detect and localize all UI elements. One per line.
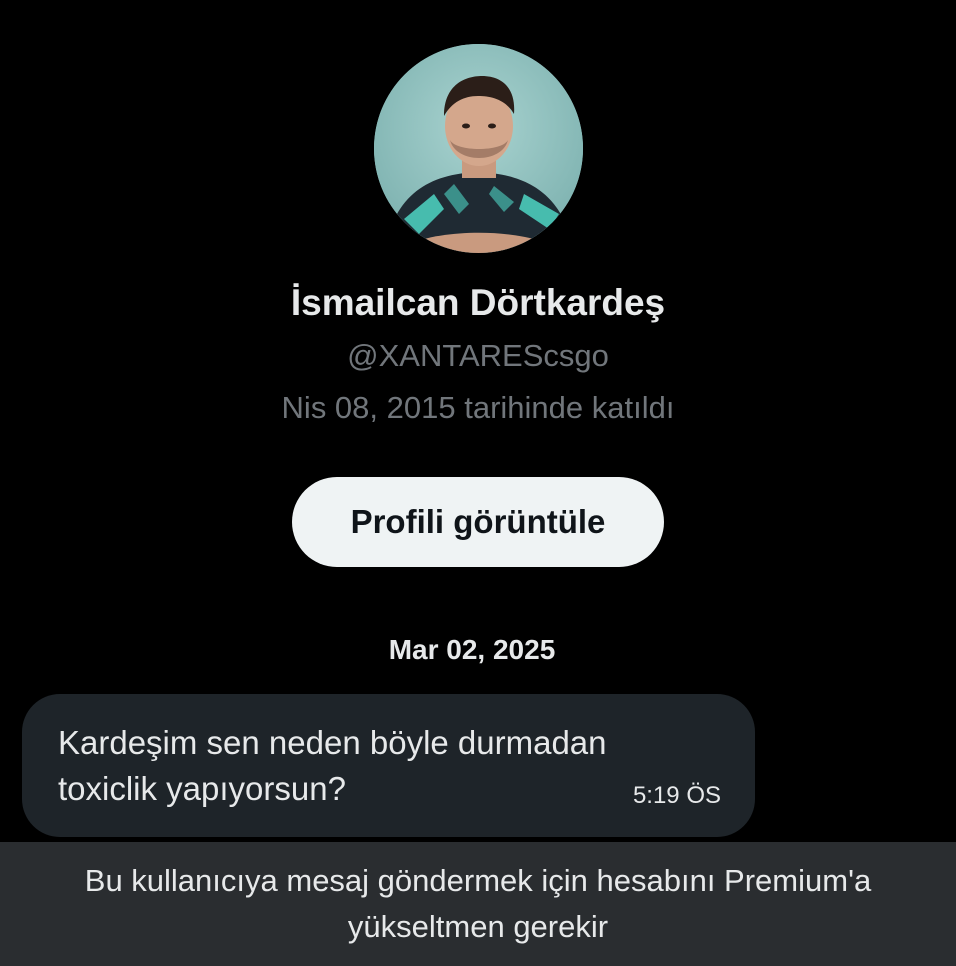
message-bubble[interactable]: Kardeşim sen neden böyle durmadan toxicl… [22, 694, 755, 837]
join-date: Nis 08, 2015 tarihinde katıldı [281, 390, 675, 425]
display-name: İsmailcan Dörtkardeş [290, 282, 666, 323]
user-handle: @XANTAREScsgo [347, 338, 609, 373]
premium-banner-text: Bu kullanıcıya mesaj göndermek için hesa… [84, 863, 872, 944]
message-timestamp: 5:19 ÖS [632, 782, 721, 809]
avatar-image [373, 44, 583, 253]
avatar[interactable] [373, 44, 583, 253]
premium-upgrade-banner[interactable]: Bu kullanıcıya mesaj göndermek için hesa… [0, 842, 956, 966]
profile-header: İsmailcan Dörtkardeş @XANTAREScsgo Nis 0… [0, 0, 956, 567]
view-profile-button[interactable]: Profili görüntüle [292, 477, 664, 567]
message-text: Kardeşim sen neden böyle durmadan toxicl… [58, 724, 607, 807]
conversation-date: Mar 02, 2025 [388, 634, 556, 665]
